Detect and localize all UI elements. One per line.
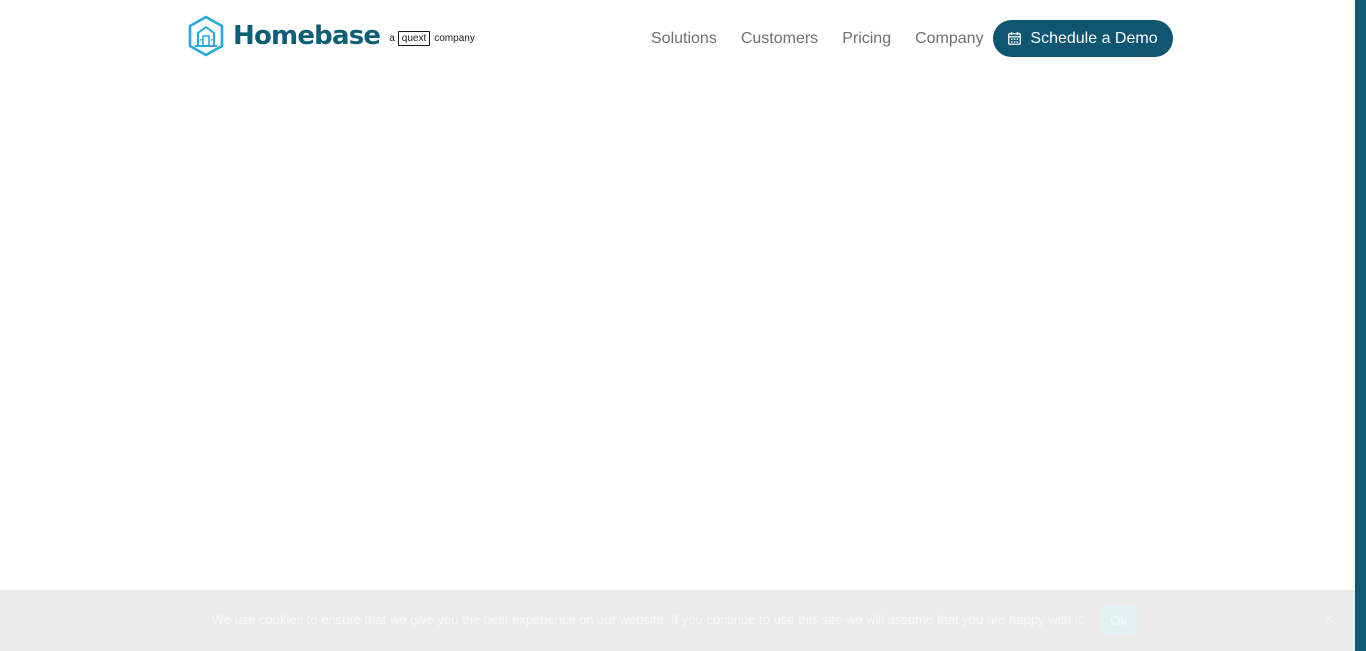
site-header: Homebase a quext company Solutions Custo… — [0, 0, 1355, 76]
close-icon[interactable]: × — [1322, 612, 1336, 626]
logo-tagline-prefix: a — [389, 32, 395, 44]
calendar-icon — [1008, 32, 1022, 45]
page: Homebase a quext company Solutions Custo… — [0, 0, 1366, 651]
nav-pricing[interactable]: Pricing — [842, 30, 891, 48]
schedule-demo-button[interactable]: Schedule a Demo — [993, 20, 1173, 57]
cookie-message: We use cookies to ensure that we give yo… — [211, 612, 1085, 627]
homebase-hexagon-building-icon — [188, 15, 224, 57]
nav-solutions[interactable]: Solutions — [651, 30, 717, 48]
schedule-demo-label: Schedule a Demo — [1030, 29, 1158, 47]
nav-company[interactable]: Company — [915, 30, 983, 48]
main-nav: Solutions Customers Pricing Company — [639, 20, 996, 57]
logo-tagline: a quext company — [389, 30, 475, 46]
homebase-logo[interactable]: Homebase a quext company — [187, 15, 475, 57]
logo-wordmark: Homebase — [233, 21, 381, 51]
logo-tagline-suffix: company — [434, 32, 475, 44]
nav-customers[interactable]: Customers — [741, 30, 818, 48]
page-scrollbar[interactable] — [1355, 0, 1366, 651]
cookie-notice-bar: We use cookies to ensure that we give yo… — [0, 590, 1355, 651]
quext-brand: quext — [397, 30, 431, 46]
cookie-ok-button[interactable]: Ok — [1100, 605, 1137, 635]
